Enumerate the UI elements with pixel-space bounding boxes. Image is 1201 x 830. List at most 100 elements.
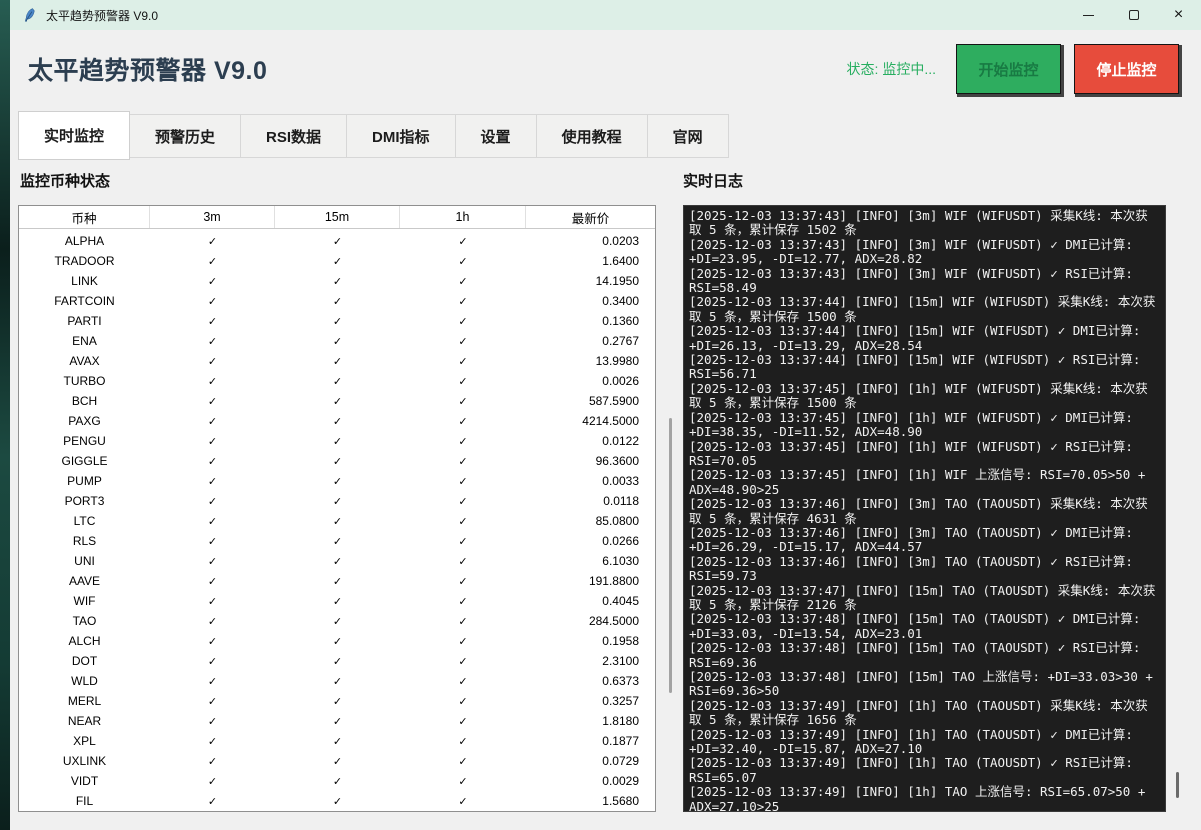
tab-4[interactable]: DMI指标 bbox=[346, 114, 456, 158]
check-1h: ✓ bbox=[400, 595, 526, 608]
table-row[interactable]: WLD✓✓✓0.6373 bbox=[19, 671, 655, 691]
check-15m: ✓ bbox=[275, 395, 400, 408]
price-cell: 1.6400 bbox=[526, 254, 655, 268]
table-row[interactable]: LINK✓✓✓14.1950 bbox=[19, 271, 655, 291]
log-entry: [2025-12-03 13:37:47] [INFO] [15m] TAO (… bbox=[689, 584, 1160, 613]
column-header-3[interactable]: 15m bbox=[275, 206, 400, 228]
titlebar[interactable]: 太平趋势预警器 V9.0 × bbox=[10, 0, 1201, 30]
tab-7[interactable]: 官网 bbox=[647, 114, 729, 158]
table-row[interactable]: VIDT✓✓✓0.0029 bbox=[19, 771, 655, 791]
price-cell: 0.2767 bbox=[526, 334, 655, 348]
check-1h: ✓ bbox=[400, 475, 526, 488]
coin-cell: DOT bbox=[19, 654, 150, 668]
coin-cell: ALCH bbox=[19, 634, 150, 648]
price-cell: 4214.5000 bbox=[526, 414, 655, 428]
check-1h: ✓ bbox=[400, 735, 526, 748]
check-1h: ✓ bbox=[400, 575, 526, 588]
coin-cell: TURBO bbox=[19, 374, 150, 388]
table-row[interactable]: AVAX✓✓✓13.9980 bbox=[19, 351, 655, 371]
table-row[interactable]: PARTI✓✓✓0.1360 bbox=[19, 311, 655, 331]
table-row[interactable]: UNI✓✓✓6.1030 bbox=[19, 551, 655, 571]
log-entry: [2025-12-03 13:37:43] [INFO] [3m] WIF (W… bbox=[689, 209, 1160, 238]
table-row[interactable]: ALPHA✓✓✓0.0203 bbox=[19, 231, 655, 251]
coin-cell: PUMP bbox=[19, 474, 150, 488]
table-row[interactable]: FARTCOIN✓✓✓0.3400 bbox=[19, 291, 655, 311]
table-row[interactable]: UXLINK✓✓✓0.0729 bbox=[19, 751, 655, 771]
table-row[interactable]: FIL✓✓✓1.5680 bbox=[19, 791, 655, 811]
table-row[interactable]: BCH✓✓✓587.5900 bbox=[19, 391, 655, 411]
table-row[interactable]: GIGGLE✓✓✓96.3600 bbox=[19, 451, 655, 471]
check-3m: ✓ bbox=[150, 355, 275, 368]
tab-2[interactable]: 预警历史 bbox=[129, 114, 241, 158]
tab-6[interactable]: 使用教程 bbox=[536, 114, 648, 158]
table-row[interactable]: TURBO✓✓✓0.0026 bbox=[19, 371, 655, 391]
table-row[interactable]: TRADOOR✓✓✓1.6400 bbox=[19, 251, 655, 271]
check-3m: ✓ bbox=[150, 555, 275, 568]
table-row[interactable]: RLS✓✓✓0.0266 bbox=[19, 531, 655, 551]
start-monitor-button[interactable]: 开始监控 bbox=[956, 44, 1061, 94]
check-15m: ✓ bbox=[275, 275, 400, 288]
check-15m: ✓ bbox=[275, 315, 400, 328]
table-row[interactable]: PUMP✓✓✓0.0033 bbox=[19, 471, 655, 491]
column-header-5[interactable]: 最新价 bbox=[526, 206, 655, 228]
table-row[interactable]: AAVE✓✓✓191.8800 bbox=[19, 571, 655, 591]
check-3m: ✓ bbox=[150, 575, 275, 588]
check-15m: ✓ bbox=[275, 595, 400, 608]
table-scrollbar[interactable] bbox=[660, 205, 674, 812]
tab-1[interactable]: 实时监控 bbox=[18, 111, 130, 160]
table-row[interactable]: ALCH✓✓✓0.1958 bbox=[19, 631, 655, 651]
column-header-1[interactable]: 币种 bbox=[19, 206, 150, 228]
check-3m: ✓ bbox=[150, 655, 275, 668]
coin-cell: VIDT bbox=[19, 774, 150, 788]
table-row[interactable]: PENGU✓✓✓0.0122 bbox=[19, 431, 655, 451]
table-row[interactable]: PORT3✓✓✓0.0118 bbox=[19, 491, 655, 511]
log-scrollbar-thumb[interactable] bbox=[1176, 772, 1179, 798]
monitor-table-header: 币种3m15m1h最新价 bbox=[19, 206, 655, 229]
table-row[interactable]: MERL✓✓✓0.3257 bbox=[19, 691, 655, 711]
close-button[interactable]: × bbox=[1156, 0, 1201, 30]
price-cell: 0.0266 bbox=[526, 534, 655, 548]
table-row[interactable]: DOT✓✓✓2.3100 bbox=[19, 651, 655, 671]
check-1h: ✓ bbox=[400, 795, 526, 808]
table-scrollbar-thumb[interactable] bbox=[669, 418, 672, 693]
log-entry: [2025-12-03 13:37:43] [INFO] [3m] WIF (W… bbox=[689, 267, 1160, 296]
check-15m: ✓ bbox=[275, 575, 400, 588]
table-row[interactable]: PAXG✓✓✓4214.5000 bbox=[19, 411, 655, 431]
check-3m: ✓ bbox=[150, 755, 275, 768]
price-cell: 0.6373 bbox=[526, 674, 655, 688]
table-row[interactable]: NEAR✓✓✓1.8180 bbox=[19, 711, 655, 731]
check-1h: ✓ bbox=[400, 415, 526, 428]
price-cell: 1.8180 bbox=[526, 714, 655, 728]
price-cell: 0.1877 bbox=[526, 734, 655, 748]
stop-monitor-button[interactable]: 停止监控 bbox=[1074, 44, 1179, 94]
price-cell: 0.0118 bbox=[526, 494, 655, 508]
check-1h: ✓ bbox=[400, 395, 526, 408]
tab-5[interactable]: 设置 bbox=[455, 114, 537, 158]
check-3m: ✓ bbox=[150, 475, 275, 488]
log-entry: [2025-12-03 13:37:45] [INFO] [1h] WIF (W… bbox=[689, 440, 1160, 469]
table-row[interactable]: WIF✓✓✓0.4045 bbox=[19, 591, 655, 611]
table-row[interactable]: ENA✓✓✓0.2767 bbox=[19, 331, 655, 351]
check-1h: ✓ bbox=[400, 555, 526, 568]
check-3m: ✓ bbox=[150, 635, 275, 648]
check-1h: ✓ bbox=[400, 355, 526, 368]
table-row[interactable]: LTC✓✓✓85.0800 bbox=[19, 511, 655, 531]
minimize-button[interactable] bbox=[1066, 0, 1111, 30]
table-row[interactable]: TAO✓✓✓284.5000 bbox=[19, 611, 655, 631]
log-panel-title: 实时日志 bbox=[683, 170, 743, 191]
coin-cell: RLS bbox=[19, 534, 150, 548]
price-cell: 13.9980 bbox=[526, 354, 655, 368]
price-cell: 0.0203 bbox=[526, 234, 655, 248]
column-header-2[interactable]: 3m bbox=[150, 206, 275, 228]
monitor-panel-title: 监控币种状态 bbox=[20, 170, 110, 191]
app-window: 太平趋势预警器 V9.0 × 太平趋势预警器 V9.0 状态: 监控中... 开… bbox=[10, 0, 1201, 830]
tab-3[interactable]: RSI数据 bbox=[240, 114, 347, 158]
column-header-4[interactable]: 1h bbox=[400, 206, 526, 228]
price-cell: 0.0026 bbox=[526, 374, 655, 388]
table-row[interactable]: XPL✓✓✓0.1877 bbox=[19, 731, 655, 751]
price-cell: 284.5000 bbox=[526, 614, 655, 628]
maximize-button[interactable] bbox=[1111, 0, 1156, 30]
monitor-table: 币种3m15m1h最新价 ALPHA✓✓✓0.0203TRADOOR✓✓✓1.6… bbox=[18, 205, 656, 812]
price-cell: 0.0122 bbox=[526, 434, 655, 448]
log-output[interactable]: [2025-12-03 13:37:43] [INFO] [3m] WIF (W… bbox=[683, 205, 1166, 812]
